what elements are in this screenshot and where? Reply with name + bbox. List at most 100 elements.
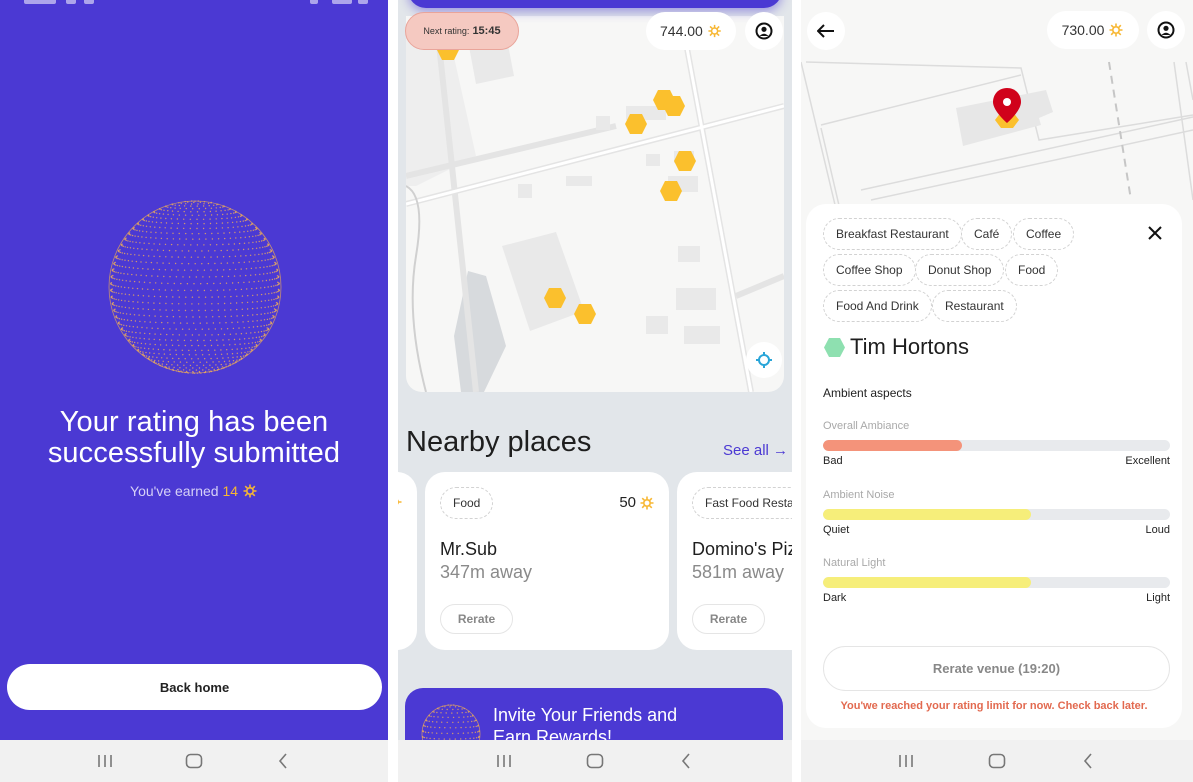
creek [406, 185, 427, 392]
coin-icon [398, 499, 402, 505]
close-icon [1148, 226, 1162, 240]
coin-icon [1109, 23, 1123, 37]
see-all-link[interactable]: See all → [723, 442, 788, 459]
venue-tag-chip: Coffee [1013, 218, 1075, 250]
venue-tag-chip: Restaurant [932, 290, 1017, 322]
aspect-label: Overall Ambiance [823, 420, 910, 432]
next-rating-time: 15:45 [472, 25, 501, 37]
aspect-low-label: Dark [823, 592, 847, 604]
rerate-button[interactable]: Rerate [692, 604, 765, 634]
status-bar-icon-fragment [310, 0, 318, 4]
place-card-partial[interactable] [398, 472, 417, 650]
place-card[interactable]: Fast Food Restaurant Domino's Pizza 581m… [677, 472, 792, 650]
home-icon [586, 753, 604, 769]
venue-name: Tim Hortons [850, 334, 969, 359]
nearby-places-title: Nearby places [406, 426, 592, 458]
place-marker-icon[interactable] [543, 287, 567, 309]
status-bar-clock-fragment [24, 0, 56, 4]
aspect-high-label: Loud [1145, 524, 1170, 536]
status-bar-battery-fragment [358, 0, 368, 4]
back-icon [279, 753, 287, 769]
coin-icon [243, 484, 257, 498]
aspect-rating: Natural Light Dark Light [823, 557, 1170, 604]
recents-button[interactable] [484, 746, 524, 776]
balance-pill[interactable]: 744.00 [646, 12, 736, 50]
aspect-bar-fill [823, 577, 1032, 588]
place-marker-icon[interactable] [673, 150, 697, 172]
venue-details-screen: 730.00 Breakfast Restaurant Café Coffee … [801, 0, 1193, 782]
place-name: Mr.Sub [440, 539, 498, 559]
points-value: 50 [619, 494, 636, 511]
next-rating-timer: Next rating: 15:45 [405, 12, 519, 50]
success-title: Your rating has been successfully submit… [47, 406, 341, 469]
map-view[interactable] [406, 16, 784, 392]
home-map-screen: Next rating: 15:45 744.00 Nearby places … [398, 0, 792, 782]
aspect-label: Ambient Noise [823, 489, 895, 501]
profile-icon [1157, 21, 1175, 39]
place-marker-icon[interactable] [624, 113, 648, 135]
profile-button[interactable] [1147, 11, 1185, 49]
home-button[interactable] [977, 746, 1017, 776]
place-category-chip: Food [440, 487, 494, 519]
aspect-rating: Overall Ambiance Bad Excellent [823, 420, 1170, 467]
ambient-aspects-title: Ambient aspects [823, 386, 912, 400]
aspect-bar [823, 440, 1170, 451]
venue-hexagon-icon [824, 338, 845, 357]
coin-icon [708, 24, 721, 38]
place-name: Domino's Pizza [692, 539, 792, 559]
earned-prefix: You've earned [130, 483, 219, 499]
crosshair-icon [756, 352, 772, 368]
recents-button[interactable] [886, 746, 926, 776]
recents-button[interactable] [85, 746, 125, 776]
back-nav-button[interactable] [807, 12, 845, 50]
recents-icon [97, 755, 112, 767]
aspect-low-label: Quiet [823, 524, 850, 536]
coin-icon [640, 496, 654, 509]
rating-success-screen: Your rating has been successfully submit… [0, 0, 388, 782]
map-canvas[interactable] [406, 16, 784, 392]
status-bar-signal-fragment [332, 0, 352, 4]
back-home-button[interactable]: Back home [7, 664, 382, 710]
back-icon [682, 753, 690, 769]
venue-tag-chip: Food [1005, 254, 1059, 286]
place-card[interactable]: Food 50 Mr.Sub 347m away Rerate [425, 472, 669, 650]
aspect-low-label: Bad [823, 455, 843, 467]
balance-pill[interactable]: 730.00 [1047, 11, 1139, 49]
next-rating-label: Next rating: [423, 26, 470, 36]
status-bar-icon-fragment [84, 0, 94, 4]
place-marker-icon[interactable] [573, 303, 597, 325]
venue-tag-chip: Coffee Shop [823, 254, 916, 286]
home-button[interactable] [174, 746, 214, 776]
home-button[interactable] [575, 746, 615, 776]
back-button[interactable] [263, 746, 303, 776]
venue-tag-chip: Café [961, 218, 1013, 250]
rerate-button[interactable]: Rerate [440, 604, 513, 634]
profile-button[interactable] [745, 12, 783, 50]
aspect-bar-fill [823, 440, 962, 451]
place-distance: 581m away [692, 562, 785, 582]
back-button[interactable] [666, 746, 706, 776]
system-navigation-bar [398, 740, 792, 782]
back-button[interactable] [1068, 746, 1108, 776]
place-category-chip: Fast Food Restaurant [692, 487, 792, 519]
back-icon [1083, 753, 1092, 769]
aspect-label: Natural Light [823, 557, 886, 569]
system-navigation-bar [801, 740, 1193, 782]
rerate-venue-button[interactable]: Rerate venue (19:20) [823, 646, 1170, 691]
aspect-high-label: Excellent [1125, 455, 1170, 467]
profile-icon [755, 22, 773, 40]
place-distance: 347m away [440, 562, 533, 582]
place-marker-icon[interactable] [659, 180, 683, 202]
place-marker-icon[interactable] [662, 95, 686, 117]
home-icon [988, 753, 1006, 769]
status-bar-icon-fragment [66, 0, 76, 4]
close-button[interactable] [1142, 220, 1168, 246]
aspect-bar [823, 509, 1170, 520]
pond [454, 271, 506, 392]
recents-icon [496, 755, 511, 767]
aspect-rating: Ambient Noise Quiet Loud [823, 489, 1170, 536]
earned-text: You've earned 14 [0, 483, 388, 499]
arrow-left-icon [817, 24, 834, 38]
venue-tag-chip: Donut Shop [915, 254, 1005, 286]
locate-me-button[interactable] [746, 342, 782, 378]
